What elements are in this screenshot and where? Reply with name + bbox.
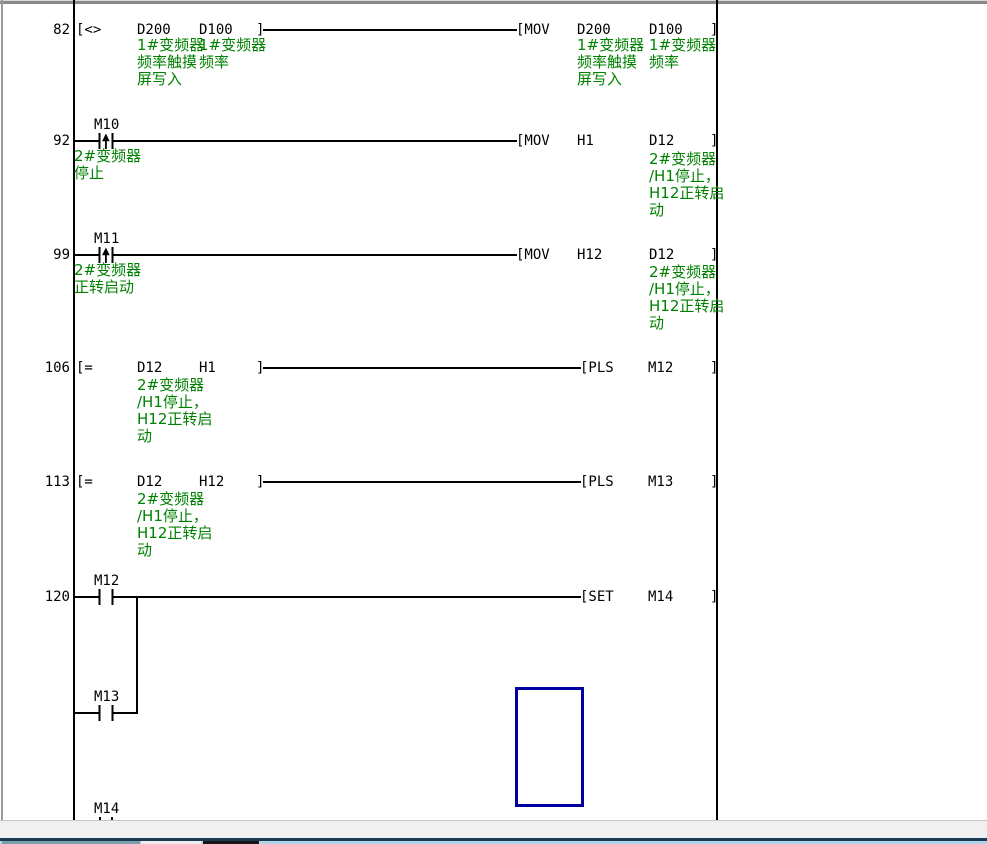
contact-m11-rising-edge[interactable] [98,246,114,264]
wire [75,712,99,714]
power-rail-left [73,0,75,820]
contact-m10-rising-edge[interactable] [98,132,114,150]
device-comment: 2#变频器 /H1停止， H12正转启 动 [137,491,212,559]
operand[interactable]: D12 [137,474,162,490]
wire [75,254,99,256]
step-number: 120 [20,589,70,605]
operand[interactable]: H12 [199,474,224,490]
wire [113,596,581,598]
power-rail-right [716,0,718,820]
instruction-mov[interactable]: [MOV [516,133,550,149]
wire [113,140,517,142]
operand[interactable]: H1 [199,360,216,376]
device-comment: 1#变频器 频率触摸 屏写入 [137,37,204,88]
wire [263,481,581,483]
ladder-canvas[interactable]: 82[<>D200D100][MOVD200D100]1#变频器 频率触摸 屏写… [0,0,987,820]
instruction-pls[interactable]: [PLS [580,474,614,490]
operand[interactable]: D12 [137,360,162,376]
device-comment: 2#变频器 /H1停止， H12正转启 动 [649,264,724,332]
operand[interactable]: M14 [648,589,673,605]
contact-label: M14 [94,801,119,817]
compare-instruction[interactable]: [= [76,474,93,490]
operand[interactable]: D12 [649,247,674,263]
wire [263,367,581,369]
device-comment: 1#变频器 频率触摸 屏写入 [577,37,644,88]
step-number: 92 [20,133,70,149]
device-comment: 1#变频器 频率 [649,37,716,71]
operand[interactable]: H12 [577,247,602,263]
wire-branch [136,597,138,714]
bracket-close: ] [710,360,718,376]
wire [113,254,517,256]
wire [75,140,99,142]
bracket-close: ] [710,133,718,149]
contact-label: M12 [94,573,119,589]
operand[interactable]: H1 [577,133,594,149]
device-comment: 2#变频器 停止 [74,148,141,182]
contact-m13[interactable] [98,704,114,722]
wire [113,712,138,714]
step-number: 113 [20,474,70,490]
operand[interactable]: D12 [649,133,674,149]
operand[interactable]: M12 [648,360,673,376]
bracket-close: ] [256,474,264,490]
step-number: 82 [20,22,70,38]
bracket-close: ] [710,474,718,490]
wire [75,596,99,598]
contact-label: M10 [94,117,119,133]
bracket-close: ] [710,247,718,263]
contact-label: M11 [94,231,119,247]
device-comment: 1#变频器 频率 [199,37,266,71]
ladder-editor-window: 82[<>D200D100][MOVD200D100]1#变频器 频率触摸 屏写… [0,0,987,844]
contact-label: M13 [94,689,119,705]
instruction-pls[interactable]: [PLS [580,360,614,376]
step-number: 99 [20,247,70,263]
edit-cursor[interactable] [515,687,584,807]
bracket-close: ] [710,589,718,605]
device-comment: 2#变频器 /H1停止， H12正转启 动 [649,151,724,219]
bracket-close: ] [256,360,264,376]
instruction-mov[interactable]: [MOV [516,247,550,263]
compare-instruction[interactable]: [<> [76,22,101,38]
contact-m12[interactable] [98,588,114,606]
device-comment: 2#变频器 /H1停止， H12正转启 动 [137,377,212,445]
operand[interactable]: M13 [648,474,673,490]
step-number: 106 [20,360,70,376]
wire [263,29,517,31]
instruction-set[interactable]: [SET [580,589,614,605]
instruction-mov[interactable]: [MOV [516,22,550,38]
compare-instruction[interactable]: [= [76,360,93,376]
status-bar [0,820,987,839]
device-comment: 2#变频器 正转启动 [74,262,141,296]
